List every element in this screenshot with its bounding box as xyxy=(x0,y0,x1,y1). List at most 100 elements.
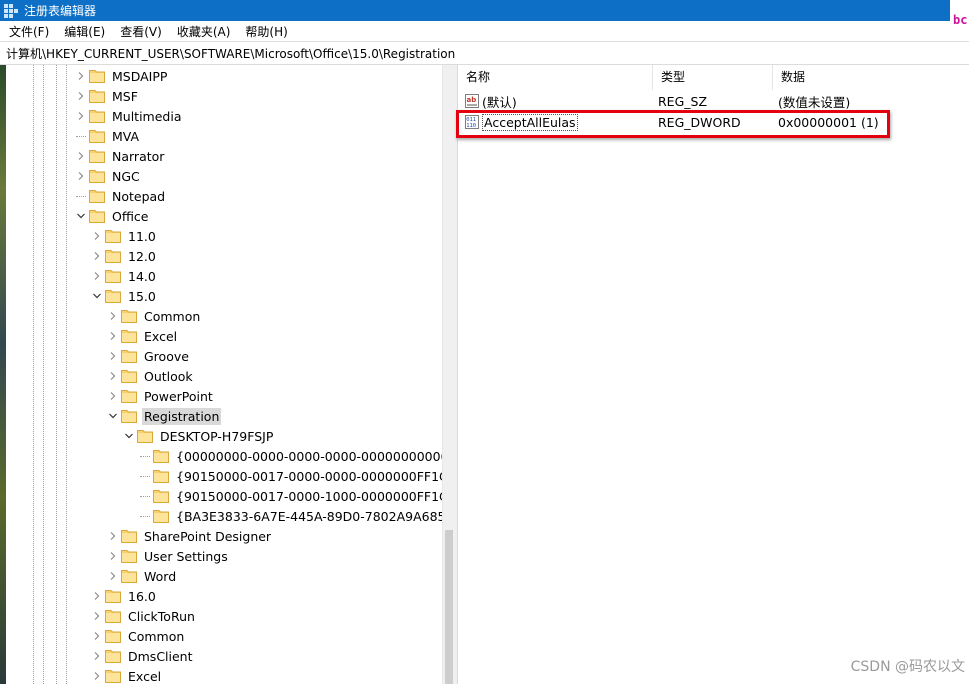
tree-node[interactable]: {90150000-0017-0000-0000-0000000FF1CE} xyxy=(140,466,453,486)
tree-node[interactable]: Outlook xyxy=(108,366,195,386)
chevron-right-icon[interactable] xyxy=(92,251,102,261)
tree-node[interactable]: Groove xyxy=(108,346,191,366)
chevron-right-icon[interactable] xyxy=(92,611,102,621)
chevron-right-icon[interactable] xyxy=(76,71,86,81)
folder-icon xyxy=(89,109,105,123)
tree-node[interactable]: 15.0 xyxy=(92,286,158,306)
tree-node[interactable]: Excel xyxy=(92,666,163,684)
tree-node[interactable]: {90150000-0017-0000-1000-0000000FF1CE} xyxy=(140,486,453,506)
tree-node-label: PowerPoint xyxy=(144,388,213,404)
chevron-right-icon[interactable] xyxy=(76,171,86,181)
chevron-right-icon[interactable] xyxy=(92,631,102,641)
folder-icon xyxy=(121,569,137,583)
column-data-header[interactable]: 数据 xyxy=(773,65,969,90)
chevron-right-icon[interactable] xyxy=(76,151,86,161)
svg-text:110: 110 xyxy=(466,123,476,129)
chevron-right-icon[interactable] xyxy=(92,591,102,601)
tree-node[interactable]: Narrator xyxy=(76,146,166,166)
address-bar[interactable]: 计算机\HKEY_CURRENT_USER\SOFTWARE\Microsoft… xyxy=(0,41,969,65)
chevron-right-icon[interactable] xyxy=(92,651,102,661)
value-type: REG_DWORD xyxy=(658,114,741,130)
chevron-right-icon[interactable] xyxy=(108,331,118,341)
tree-guide-line xyxy=(43,65,44,684)
tree-node[interactable]: 14.0 xyxy=(92,266,158,286)
tree-node[interactable]: 12.0 xyxy=(92,246,158,266)
value-name: (默认) xyxy=(482,94,517,110)
key-tree[interactable]: MSDAIPP MSF Multimedia MVA Narrator NGC Notepa… xyxy=(6,65,453,684)
tree-leaf-connector xyxy=(140,455,150,457)
tree-node[interactable]: MVA xyxy=(76,126,141,146)
menu-edit[interactable]: 编辑(E) xyxy=(56,23,112,40)
tree-node[interactable]: Excel xyxy=(108,326,179,346)
list-header: 名称 类型 数据 xyxy=(458,65,969,90)
menu-file[interactable]: 文件(F) xyxy=(0,23,56,40)
tree-node[interactable]: Multimedia xyxy=(76,106,184,126)
tree-node[interactable]: DESKTOP-H79FSJP xyxy=(124,426,275,446)
tree-leaf-connector xyxy=(140,515,150,517)
menu-favorites[interactable]: 收藏夹(A) xyxy=(169,23,238,40)
menu-bar: 文件(F) 编辑(E) 查看(V) 收藏夹(A) 帮助(H) xyxy=(0,21,950,41)
tree-leaf-connector xyxy=(140,495,150,497)
value-row-accept-all-eulas[interactable]: 011 110 AcceptAllEulas REG_DWORD 0x00000… xyxy=(458,112,969,132)
chevron-right-icon[interactable] xyxy=(108,371,118,381)
tree-node[interactable]: ClickToRun xyxy=(92,606,197,626)
svg-text:ab: ab xyxy=(467,96,477,104)
chevron-right-icon[interactable] xyxy=(108,571,118,581)
chevron-right-icon[interactable] xyxy=(108,551,118,561)
tree-node-label: ClickToRun xyxy=(128,608,195,624)
folder-icon xyxy=(105,669,121,683)
scrollbar-thumb[interactable] xyxy=(445,530,453,684)
folder-icon xyxy=(153,469,169,483)
chevron-right-icon[interactable] xyxy=(76,91,86,101)
chevron-right-icon[interactable] xyxy=(108,311,118,321)
chevron-down-icon[interactable] xyxy=(108,411,118,421)
menu-help[interactable]: 帮助(H) xyxy=(237,23,294,40)
folder-icon xyxy=(89,89,105,103)
title-bar[interactable]: 注册表编辑器 xyxy=(0,0,950,21)
tree-node[interactable]: Office xyxy=(76,206,151,226)
tree-node[interactable]: DmsClient xyxy=(92,646,195,666)
folder-icon xyxy=(121,549,137,563)
tree-node[interactable]: {BA3E3833-6A7E-445A-89D0-7802A9A68588} xyxy=(140,506,453,526)
chevron-right-icon[interactable] xyxy=(108,531,118,541)
tree-node-label: DmsClient xyxy=(128,648,193,664)
chevron-right-icon[interactable] xyxy=(92,671,102,681)
tree-node[interactable]: Notepad xyxy=(76,186,167,206)
menu-view[interactable]: 查看(V) xyxy=(112,23,169,40)
column-type-header[interactable]: 类型 xyxy=(653,65,773,90)
tree-node-label: 15.0 xyxy=(128,288,156,304)
tree-node[interactable]: {00000000-0000-0000-0000-000000000000} xyxy=(140,446,453,466)
tree-node[interactable]: Registration xyxy=(108,406,222,426)
tree-node-label: DESKTOP-H79FSJP xyxy=(160,428,274,444)
tree-node-label: Common xyxy=(128,628,185,644)
tree-node[interactable]: MSF xyxy=(76,86,140,106)
tree-node[interactable]: MSDAIPP xyxy=(76,66,169,86)
chevron-right-icon[interactable] xyxy=(92,231,102,241)
chevron-right-icon[interactable] xyxy=(108,351,118,361)
folder-icon xyxy=(105,269,121,283)
tree-node[interactable]: NGC xyxy=(76,166,142,186)
chevron-down-icon[interactable] xyxy=(76,211,86,221)
value-list[interactable]: 名称 类型 数据 ab (默认) REG_SZ (数值未设置) 011 110 … xyxy=(458,65,969,684)
tree-node[interactable]: Word xyxy=(108,566,178,586)
tree-node-label: Narrator xyxy=(112,148,165,164)
value-row-default[interactable]: ab (默认) REG_SZ (数值未设置) xyxy=(458,91,969,111)
tree-node[interactable]: 16.0 xyxy=(92,586,158,606)
chevron-right-icon[interactable] xyxy=(76,111,86,121)
chevron-right-icon[interactable] xyxy=(108,391,118,401)
chevron-right-icon[interactable] xyxy=(92,271,102,281)
tree-scrollbar[interactable] xyxy=(442,65,453,684)
tree-node[interactable]: Common xyxy=(108,306,202,326)
chevron-down-icon[interactable] xyxy=(92,291,102,301)
folder-icon xyxy=(121,529,137,543)
tree-guide-line xyxy=(56,65,57,684)
tree-node[interactable]: 11.0 xyxy=(92,226,158,246)
tree-node[interactable]: Common xyxy=(92,626,186,646)
value-name-cell: ab (默认) xyxy=(458,92,653,111)
tree-node[interactable]: PowerPoint xyxy=(108,386,215,406)
chevron-down-icon[interactable] xyxy=(124,431,134,441)
tree-leaf-connector xyxy=(76,195,86,197)
column-name-header[interactable]: 名称 xyxy=(458,65,653,90)
tree-node[interactable]: User Settings xyxy=(108,546,230,566)
tree-node[interactable]: SharePoint Designer xyxy=(108,526,273,546)
